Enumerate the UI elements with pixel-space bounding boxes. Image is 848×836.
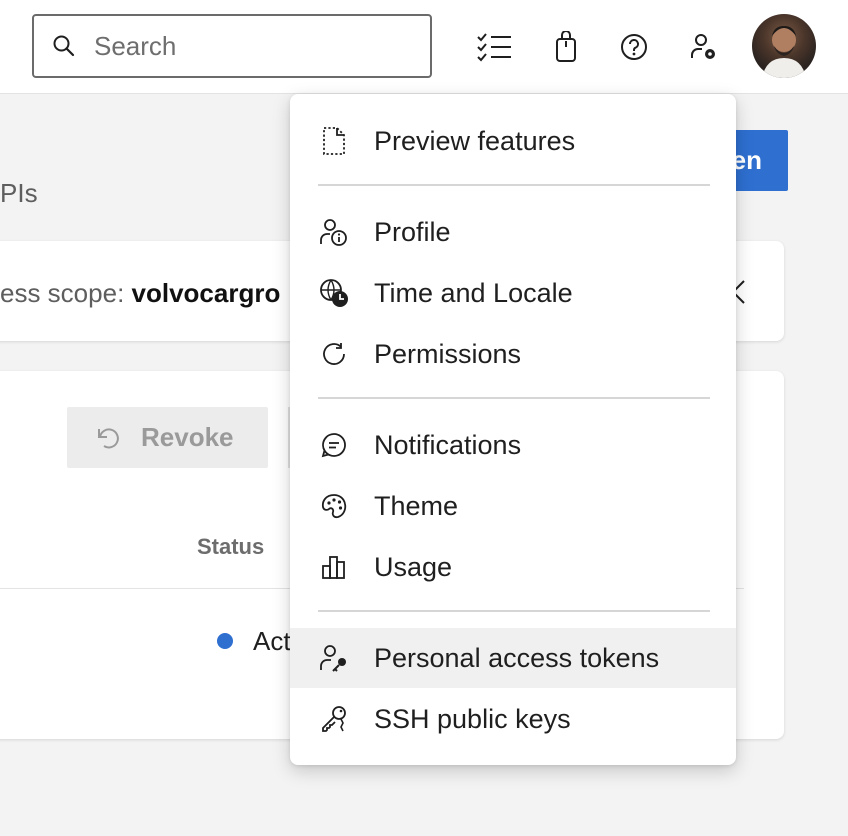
avatar[interactable] [752,14,816,78]
search-icon [53,35,75,57]
menu-item-notifications[interactable]: Notifications [290,415,736,475]
task-list-icon[interactable] [476,27,512,67]
preview-features-icon [319,126,349,156]
palette-icon [319,491,349,521]
personal-access-token-icon [319,643,349,673]
page-subtitle: PIs [0,178,38,208]
permissions-icon [319,339,349,369]
menu-item-time-and-locale[interactable]: Time and Locale [290,263,736,323]
avatar-photo [762,26,806,78]
menu-item-profile[interactable]: Profile [290,202,736,262]
help-icon[interactable] [616,27,652,67]
scope-label: ess scope: volvocargro [0,278,280,309]
menu-item-permissions[interactable]: Permissions [290,324,736,384]
ssh-key-icon [319,704,349,734]
new-token-button-label: en [731,145,762,175]
status-dot [217,633,233,649]
menu-item-label: Notifications [374,429,522,460]
profile-icon [319,217,349,247]
top-bar [0,0,848,94]
bag-icon[interactable] [548,27,584,67]
menu-divider [318,610,710,612]
undo-icon [98,427,119,448]
notifications-icon [319,430,349,460]
menu-item-ssh-public-keys[interactable]: SSH public keys [290,689,736,749]
menu-divider [318,184,710,186]
menu-item-personal-access-tokens[interactable]: Personal access tokens [290,628,736,688]
usage-icon [319,552,349,582]
menu-item-label: Preview features [374,125,576,156]
search-input[interactable] [94,30,394,62]
menu-item-label: SSH public keys [374,703,571,734]
menu-item-label: Personal access tokens [374,642,660,673]
status-value: Act [253,626,291,656]
menu-item-label: Permissions [374,338,522,369]
menu-item-label: Theme [374,490,459,521]
search-box[interactable] [32,14,432,78]
revoke-button[interactable]: Revoke [67,407,268,468]
user-settings-icon[interactable] [686,27,722,67]
menu-item-label: Time and Locale [374,277,573,308]
menu-divider [318,397,710,399]
menu-item-label: Profile [374,216,451,247]
revoke-label: Revoke [141,422,234,452]
menu-item-theme[interactable]: Theme [290,476,736,536]
column-header-status[interactable]: Status [197,534,264,560]
user-settings-menu: Preview features Profile Time and Locale… [290,94,736,765]
menu-item-usage[interactable]: Usage [290,537,736,597]
scope-label-text: ess scope: [0,278,132,308]
scope-value: volvocargro [131,278,281,308]
menu-item-label: Usage [374,551,453,582]
globe-clock-icon [319,278,349,308]
menu-item-preview-features[interactable]: Preview features [290,111,736,171]
